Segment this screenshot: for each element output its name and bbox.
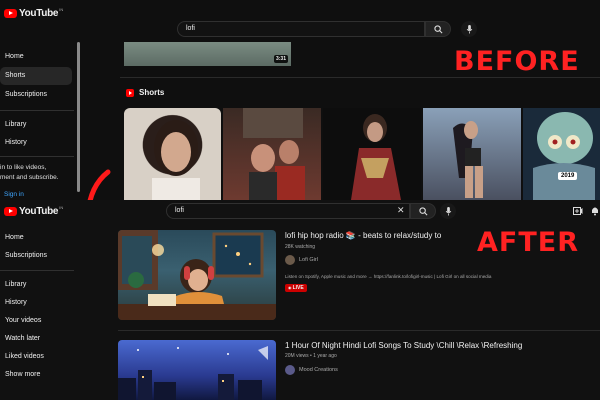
- live-badge: ◉ LIVE: [285, 284, 307, 292]
- channel-avatar[interactable]: [285, 365, 295, 375]
- sidebar-item-label: Shorts: [5, 72, 26, 79]
- video-thumbnail-night-lofi[interactable]: [118, 340, 276, 400]
- section-divider: [120, 77, 600, 78]
- lofi-girl-art: [118, 230, 276, 320]
- video-thumbnail-lofi-girl[interactable]: [118, 230, 276, 320]
- search-input[interactable]: lofi: [166, 203, 410, 219]
- short-thumbnail-art: [453, 121, 483, 198]
- short-thumbnail[interactable]: [423, 108, 521, 200]
- channel-link[interactable]: Mood Creations: [285, 365, 338, 375]
- search-button[interactable]: [410, 203, 436, 219]
- voice-search-button[interactable]: [440, 203, 456, 219]
- results-divider: [118, 330, 600, 331]
- video-title[interactable]: 1 Hour Of Night Hindi Lofi Songs To Stud…: [285, 341, 522, 350]
- sidebar-item-show-more[interactable]: Show more: [0, 366, 72, 384]
- channel-avatar[interactable]: [285, 255, 295, 265]
- signin-link[interactable]: Sign in: [4, 191, 24, 198]
- sidebar-item-home[interactable]: Home: [0, 48, 72, 66]
- voice-search-button[interactable]: [461, 21, 477, 37]
- video-description: Listen on Spotify, Apple music and more …: [285, 274, 492, 279]
- create-video-icon[interactable]: [573, 207, 583, 215]
- short-thumbnail-art: [351, 114, 401, 200]
- sidebar-item-label: Home: [5, 53, 24, 60]
- channel-name[interactable]: Lofi Girl: [299, 257, 318, 263]
- sidebar: Home Subscriptions Library History Your …: [0, 200, 82, 400]
- sidebar-divider: [0, 156, 74, 157]
- sidebar-item-label: Show more: [5, 371, 41, 378]
- sidebar-item-liked-videos[interactable]: Liked videos: [0, 348, 72, 366]
- sidebar-item-label: Library: [5, 281, 27, 288]
- video-duration: 3:31: [273, 55, 288, 63]
- short-thumbnail[interactable]: [124, 108, 221, 200]
- sidebar-item-subscriptions[interactable]: Subscriptions: [0, 247, 72, 265]
- sidebar-item-watch-later[interactable]: Watch later: [0, 330, 72, 348]
- short-thumbnail[interactable]: [223, 108, 321, 200]
- shorts-section-heading: Shorts: [126, 88, 164, 97]
- video-title[interactable]: lofi hip hop radio 📚 - beats to relax/st…: [285, 231, 441, 240]
- sidebar-item-label: History: [5, 299, 27, 306]
- search-button[interactable]: [425, 21, 451, 37]
- sidebar-item-shorts[interactable]: Shorts: [0, 67, 72, 85]
- sidebar-item-label: History: [5, 139, 27, 146]
- short-thumbnail-art: [243, 108, 305, 200]
- sidebar-item-label: Home: [5, 234, 24, 241]
- channel-link[interactable]: Lofi Girl: [285, 255, 318, 265]
- sidebar-item-your-videos[interactable]: Your videos: [0, 312, 72, 330]
- signin-note-line-2: ment and subscribe.: [0, 174, 59, 181]
- short-thumbnail[interactable]: [323, 108, 421, 200]
- sidebar-item-library[interactable]: Library: [0, 116, 72, 134]
- after-banner: AFTER: [477, 227, 579, 258]
- shorts-heading-label: Shorts: [139, 88, 165, 97]
- night-city-art: [118, 346, 268, 400]
- video-meta: 20M views • 1 year ago: [285, 353, 337, 359]
- microphone-icon: [466, 24, 472, 34]
- before-banner: BEFORE: [454, 46, 580, 77]
- sidebar-item-history[interactable]: History: [0, 134, 72, 152]
- sidebar-item-label: Subscriptions: [5, 252, 48, 259]
- sidebar-item-home[interactable]: Home: [0, 229, 72, 247]
- sidebar-item-label: Liked videos: [5, 353, 44, 360]
- clear-search-icon[interactable]: ✕: [397, 205, 405, 216]
- after-screenshot: YouTube IN Home Subscriptions Library Hi…: [0, 200, 600, 400]
- notifications-icon[interactable]: [591, 206, 599, 216]
- sidebar-item-history[interactable]: History: [0, 294, 72, 312]
- sidebar-item-label: Subscriptions: [5, 91, 48, 98]
- channel-name[interactable]: Mood Creations: [299, 367, 338, 373]
- short-thumbnail-art: [152, 120, 200, 200]
- video-thumbnail[interactable]: 3:31: [124, 42, 291, 66]
- search-icon: [418, 206, 427, 215]
- sidebar-item-subscriptions[interactable]: Subscriptions: [0, 86, 72, 104]
- shorts-icon: [126, 88, 134, 97]
- search-icon: [433, 24, 442, 33]
- live-badge-label: LIVE: [292, 285, 304, 291]
- year-badge: 2019: [558, 172, 578, 180]
- squidward-art: [533, 112, 595, 200]
- sidebar-item-label: Watch later: [5, 335, 41, 342]
- short-thumbnail[interactable]: 2019: [523, 108, 600, 200]
- video-meta: 28K watching: [285, 244, 316, 250]
- sidebar-item-label: Library: [5, 121, 27, 128]
- microphone-icon: [445, 206, 451, 216]
- sidebar-divider: [0, 110, 74, 111]
- sidebar-divider: [0, 270, 74, 271]
- sidebar-item-label: Your videos: [5, 317, 42, 324]
- search-input[interactable]: lofi: [177, 21, 425, 37]
- sidebar-item-library[interactable]: Library: [0, 276, 72, 294]
- signin-note-line-1: in to like videos,: [0, 164, 47, 171]
